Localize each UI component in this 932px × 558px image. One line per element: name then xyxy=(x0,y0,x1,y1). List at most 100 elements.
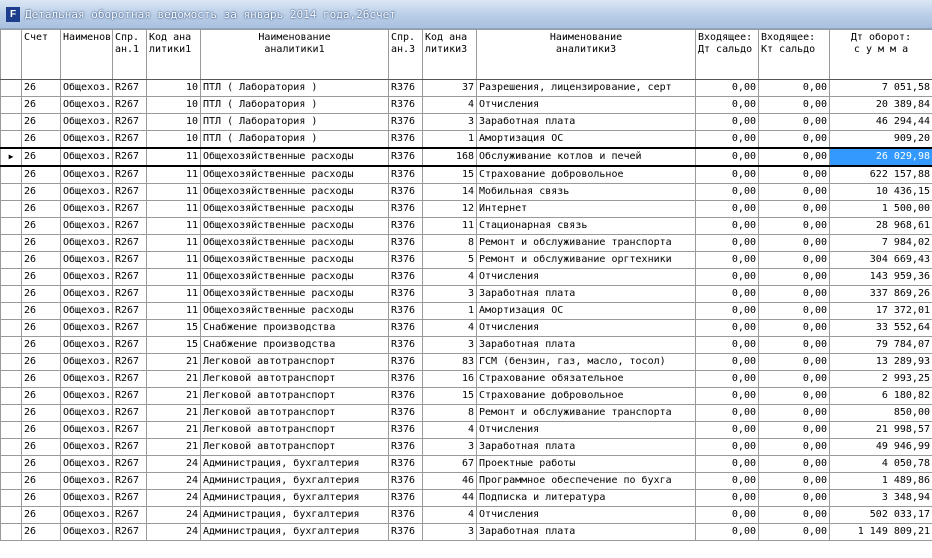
cell-account-name[interactable]: Общехоз. xyxy=(60,217,113,235)
table-row[interactable]: ▶ 26 Общехоз. R267 11 Общехозяйственные расхо… xyxy=(0,147,932,167)
cell-name3[interactable]: Заработная плата xyxy=(476,523,696,541)
table-row[interactable]: 26 Общехоз. R267 11 Общехозяйственные расход… xyxy=(0,234,932,252)
table-row[interactable]: 26 Общехоз. R267 21 Легковой автотранспорт R3… xyxy=(0,438,932,456)
row-indicator[interactable] xyxy=(0,455,22,473)
table-row[interactable]: 26 Общехоз. R267 11 Общехозяйственные расход… xyxy=(0,200,932,218)
cell-opening-credit[interactable]: 0,00 xyxy=(758,302,830,320)
cell-code3[interactable]: 3 xyxy=(422,438,477,456)
cell-code1[interactable]: 15 xyxy=(146,336,201,354)
table-row[interactable]: 26 Общехоз. R267 10 ПТЛ ( Лаборатория ) R376 4… xyxy=(0,96,932,114)
cell-debit-turnover[interactable]: 6 180,82 xyxy=(829,387,932,405)
cell-opening-debit[interactable]: 0,00 xyxy=(695,165,759,184)
cell-code3[interactable]: 4 xyxy=(422,268,477,286)
row-indicator[interactable] xyxy=(0,336,22,354)
cell-code1[interactable]: 11 xyxy=(146,200,201,218)
cell-code1[interactable]: 10 xyxy=(146,113,201,131)
cell-code1[interactable]: 10 xyxy=(146,130,201,149)
cell-code1[interactable]: 11 xyxy=(146,268,201,286)
cell-ref1[interactable]: R267 xyxy=(112,472,147,490)
cell-ref3[interactable]: R376 xyxy=(388,455,423,473)
cell-opening-credit[interactable]: 0,00 xyxy=(758,438,830,456)
cell-ref1[interactable]: R267 xyxy=(112,285,147,303)
cell-name3[interactable]: Отчисления xyxy=(476,268,696,286)
cell-account[interactable]: 26 xyxy=(21,217,61,235)
cell-account-name[interactable]: Общехоз. xyxy=(60,506,113,524)
table-row[interactable]: 26 Общехоз. R267 21 Легковой автотранспорт R3… xyxy=(0,421,932,439)
turnover-grid[interactable]: Счет Наименов Спр. ан.1 Код ана литики1 На… xyxy=(0,29,932,558)
cell-ref1[interactable]: R267 xyxy=(112,438,147,456)
row-indicator[interactable] xyxy=(0,183,22,201)
cell-account-name[interactable]: Общехоз. xyxy=(60,370,113,388)
cell-code1[interactable]: 11 xyxy=(146,183,201,201)
cell-name1[interactable]: Общехозяйственные расходы xyxy=(200,217,389,235)
cell-debit-turnover[interactable]: 20 389,84 xyxy=(829,96,932,114)
cell-account-name[interactable]: Общехоз. xyxy=(60,472,113,490)
cell-ref3[interactable]: R376 xyxy=(388,147,423,167)
cell-code3[interactable]: 15 xyxy=(422,165,477,184)
cell-opening-credit[interactable]: 0,00 xyxy=(758,506,830,524)
table-row[interactable]: 26 Общехоз. R267 24 Администрация, бухгалтер… xyxy=(0,506,932,524)
cell-opening-debit[interactable]: 0,00 xyxy=(695,113,759,131)
cell-debit-turnover[interactable]: 1 489,86 xyxy=(829,472,932,490)
column-header-name3[interactable]: Наименование аналитики3 xyxy=(476,29,696,80)
table-row[interactable]: 26 Общехоз. R267 21 Легковой автотранспорт R3… xyxy=(0,370,932,388)
cell-account[interactable]: 26 xyxy=(21,285,61,303)
cell-opening-debit[interactable]: 0,00 xyxy=(695,147,759,167)
cell-name3[interactable]: Страхование добровольное xyxy=(476,387,696,405)
cell-name1[interactable]: ПТЛ ( Лаборатория ) xyxy=(200,113,389,131)
row-indicator[interactable] xyxy=(0,319,22,337)
cell-code1[interactable]: 11 xyxy=(146,165,201,184)
cell-opening-credit[interactable]: 0,00 xyxy=(758,472,830,490)
table-row[interactable]: 26 Общехоз. R267 11 Общехозяйственные расход… xyxy=(0,183,932,201)
cell-ref1[interactable]: R267 xyxy=(112,404,147,422)
cell-code3[interactable]: 14 xyxy=(422,183,477,201)
cell-opening-debit[interactable]: 0,00 xyxy=(695,438,759,456)
cell-account[interactable]: 26 xyxy=(21,353,61,371)
cell-ref3[interactable]: R376 xyxy=(388,472,423,490)
cell-opening-debit[interactable]: 0,00 xyxy=(695,200,759,218)
cell-account-name[interactable]: Общехоз. xyxy=(60,79,113,97)
cell-code3[interactable]: 3 xyxy=(422,523,477,541)
cell-ref1[interactable]: R267 xyxy=(112,353,147,371)
fp-app-icon[interactable]: F xyxy=(6,7,20,22)
table-row[interactable]: 26 Общехоз. R267 24 Администрация, бухгалтер… xyxy=(0,472,932,490)
cell-account[interactable]: 26 xyxy=(21,147,61,167)
cell-account[interactable]: 26 xyxy=(21,234,61,252)
cell-ref3[interactable]: R376 xyxy=(388,79,423,97)
cell-opening-credit[interactable]: 0,00 xyxy=(758,165,830,184)
cell-ref1[interactable]: R267 xyxy=(112,251,147,269)
cell-ref3[interactable]: R376 xyxy=(388,387,423,405)
cell-debit-turnover[interactable]: 502 033,17 xyxy=(829,506,932,524)
cell-code3[interactable]: 4 xyxy=(422,96,477,114)
cell-opening-credit[interactable]: 0,00 xyxy=(758,285,830,303)
cell-code1[interactable]: 21 xyxy=(146,421,201,439)
cell-debit-turnover[interactable]: 17 372,01 xyxy=(829,302,932,320)
cell-ref1[interactable]: R267 xyxy=(112,217,147,235)
cell-debit-turnover[interactable]: 46 294,44 xyxy=(829,113,932,131)
cell-name1[interactable]: Администрация, бухгалтерия xyxy=(200,489,389,507)
cell-ref1[interactable]: R267 xyxy=(112,387,147,405)
cell-account-name[interactable]: Общехоз. xyxy=(60,113,113,131)
cell-opening-debit[interactable]: 0,00 xyxy=(695,183,759,201)
cell-account[interactable]: 26 xyxy=(21,387,61,405)
cell-account[interactable]: 26 xyxy=(21,183,61,201)
cell-opening-credit[interactable]: 0,00 xyxy=(758,130,830,149)
cell-account[interactable]: 26 xyxy=(21,404,61,422)
row-indicator[interactable] xyxy=(0,489,22,507)
cell-account-name[interactable]: Общехоз. xyxy=(60,353,113,371)
cell-code1[interactable]: 11 xyxy=(146,234,201,252)
cell-code1[interactable]: 11 xyxy=(146,147,201,167)
cell-opening-debit[interactable]: 0,00 xyxy=(695,472,759,490)
cell-opening-debit[interactable]: 0,00 xyxy=(695,421,759,439)
cell-ref1[interactable]: R267 xyxy=(112,113,147,131)
cell-ref3[interactable]: R376 xyxy=(388,302,423,320)
cell-code1[interactable]: 11 xyxy=(146,217,201,235)
row-indicator[interactable] xyxy=(0,438,22,456)
cell-ref1[interactable]: R267 xyxy=(112,268,147,286)
cell-name3[interactable]: Амортизация ОС xyxy=(476,130,696,149)
cell-opening-debit[interactable]: 0,00 xyxy=(695,217,759,235)
cell-ref3[interactable]: R376 xyxy=(388,523,423,541)
cell-name3[interactable]: ГСМ (бензин, газ, масло, тосол) xyxy=(476,353,696,371)
cell-name3[interactable]: Подписка и литература xyxy=(476,489,696,507)
cell-name1[interactable]: Общехозяйственные расходы xyxy=(200,251,389,269)
